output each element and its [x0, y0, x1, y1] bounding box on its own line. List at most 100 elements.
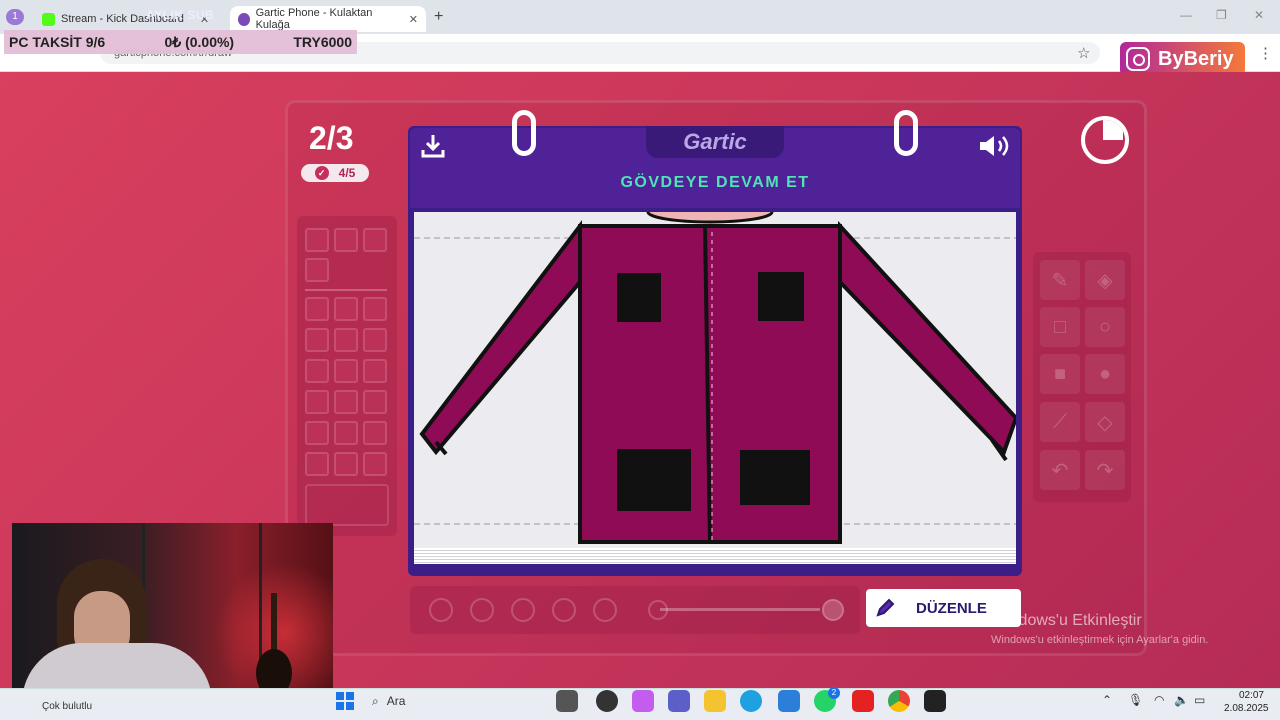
close-icon[interactable]: ✕	[409, 13, 418, 26]
drawing	[414, 212, 1016, 544]
color-swatch[interactable]	[334, 359, 358, 383]
color-swatch[interactable]	[334, 297, 358, 321]
new-tab-button[interactable]: +	[434, 8, 443, 26]
gartic-icon	[238, 12, 250, 26]
drawing-canvas[interactable]	[414, 212, 1016, 548]
download-icon[interactable]	[420, 133, 446, 159]
notebook-pages	[414, 548, 1016, 564]
color-swatch[interactable]	[305, 390, 329, 414]
circle-outline-tool-icon[interactable]: ○	[1085, 307, 1125, 347]
ticker-right: TRY6000	[293, 34, 352, 50]
instagram-handle: ByBeriy	[1158, 47, 1234, 70]
menu-kebab-icon[interactable]: ⋮	[1258, 44, 1273, 62]
custom-color-picker[interactable]	[305, 484, 389, 526]
notebook-ring	[512, 110, 536, 156]
tab-gartic[interactable]: Gartic Phone - Kulaktan Kulağa ✕	[230, 6, 426, 32]
ticker-mid: 0₺ (0.00%)	[164, 33, 235, 50]
battery-icon[interactable]: ▭	[1194, 693, 1205, 707]
youtube-icon[interactable]	[852, 690, 874, 712]
opacity-slider-handle[interactable]	[822, 599, 844, 621]
color-swatch[interactable]	[305, 297, 329, 321]
search-placeholder: Ara	[386, 694, 406, 708]
color-swatch[interactable]	[334, 452, 358, 476]
kick-icon	[42, 12, 55, 26]
volume-icon[interactable]: 🔈	[1174, 693, 1189, 707]
notification-badge: 2	[828, 687, 840, 699]
circle-fill-tool-icon[interactable]: ●	[1085, 354, 1125, 394]
sound-icon[interactable]	[978, 133, 1012, 159]
brush-size-5[interactable]	[593, 598, 617, 622]
close-window-icon[interactable]: ✕	[1254, 8, 1264, 22]
ticker-left: PC TAKSİT 9/6	[9, 34, 106, 50]
clock-date: 2.08.2025	[1224, 703, 1269, 714]
color-swatch[interactable]	[305, 421, 329, 445]
color-swatch[interactable]	[305, 258, 329, 282]
fill-bucket-tool-icon[interactable]: ◇	[1085, 402, 1125, 442]
tray-expand-icon[interactable]: ⌃	[1102, 693, 1112, 707]
opacity-slider[interactable]	[660, 608, 820, 611]
color-swatch[interactable]	[363, 421, 387, 445]
minimize-icon[interactable]: —	[1180, 8, 1192, 22]
pencil-tool-icon[interactable]: ✎	[1040, 260, 1080, 300]
app-icon[interactable]	[596, 690, 618, 712]
redo-icon[interactable]: ↷	[1085, 450, 1125, 490]
brush-size-4[interactable]	[552, 598, 576, 622]
taskbar-search[interactable]: ⌕ Ara	[368, 691, 496, 711]
color-swatch[interactable]	[334, 390, 358, 414]
store-icon[interactable]	[778, 690, 800, 712]
microphone-icon[interactable]: 🎙	[1128, 693, 1143, 707]
task-view-icon[interactable]	[556, 690, 578, 712]
brush-size-1[interactable]	[429, 598, 453, 622]
color-swatch[interactable]	[334, 328, 358, 352]
file-explorer-icon[interactable]	[704, 690, 726, 712]
eraser-tool-icon[interactable]: ◈	[1085, 260, 1125, 300]
prompt-text: GÖVDEYE DEVAM ET	[620, 174, 810, 191]
color-swatch[interactable]	[363, 297, 387, 321]
color-swatch[interactable]	[305, 359, 329, 383]
gartic-logo: Gartic	[646, 126, 784, 158]
check-icon: ✓	[314, 166, 329, 180]
round-counter: 2/3	[309, 120, 354, 156]
palette-divider	[305, 289, 387, 291]
color-swatch[interactable]	[305, 328, 329, 352]
rectangle-outline-tool-icon[interactable]: □	[1040, 307, 1080, 347]
pencil-icon	[876, 598, 895, 617]
teams-icon[interactable]	[668, 690, 690, 712]
color-swatch[interactable]	[363, 390, 387, 414]
maximize-icon[interactable]: ❐	[1216, 8, 1227, 22]
weather-widget[interactable]: Çok bulutlu	[42, 701, 92, 712]
rectangle-fill-tool-icon[interactable]: ■	[1040, 354, 1080, 394]
obs-icon[interactable]	[924, 690, 946, 712]
windows-start-icon[interactable]	[335, 691, 355, 711]
timer-icon	[1081, 116, 1129, 164]
overlay-aylik-sub: AYLIK SUB	[146, 8, 215, 22]
done-badge: ✓ 4/5	[301, 164, 369, 182]
color-swatch[interactable]	[305, 228, 329, 252]
tab-gartic-label: Gartic Phone - Kulaktan Kulağa	[255, 7, 373, 31]
wifi-icon[interactable]: ◠	[1154, 693, 1164, 707]
color-swatch[interactable]	[363, 452, 387, 476]
color-swatch[interactable]	[305, 452, 329, 476]
search-icon: ⌕	[372, 693, 379, 708]
line-tool-icon[interactable]: ⟋	[1040, 402, 1080, 442]
color-swatch[interactable]	[363, 228, 387, 252]
copilot-icon[interactable]	[632, 690, 654, 712]
chrome-icon[interactable]	[888, 690, 910, 712]
overlay-ticker: PC TAKSİT 9/6 0₺ (0.00%) TRY6000	[4, 30, 357, 54]
tab-group-badge[interactable]: 1	[6, 9, 24, 25]
edge-icon[interactable]	[740, 690, 762, 712]
color-swatch[interactable]	[334, 421, 358, 445]
brush-size-3[interactable]	[511, 598, 535, 622]
undo-icon[interactable]: ↶	[1040, 450, 1080, 490]
instagram-icon	[1126, 47, 1150, 71]
instagram-overlay: ByBeriy	[1120, 42, 1245, 76]
color-swatch[interactable]	[363, 359, 387, 383]
windows-activate-sub: Windows'u etkinleştirmek için Ayarlar'a …	[991, 634, 1209, 646]
done-count: 4/5	[338, 166, 356, 180]
color-swatch[interactable]	[363, 328, 387, 352]
taskbar-clock[interactable]: 02:07 2.08.2025	[1224, 689, 1269, 715]
color-swatch[interactable]	[334, 228, 358, 252]
webcam-overlay	[12, 523, 333, 703]
bookmark-star-icon[interactable]: ☆	[1077, 44, 1090, 62]
brush-size-2[interactable]	[470, 598, 494, 622]
